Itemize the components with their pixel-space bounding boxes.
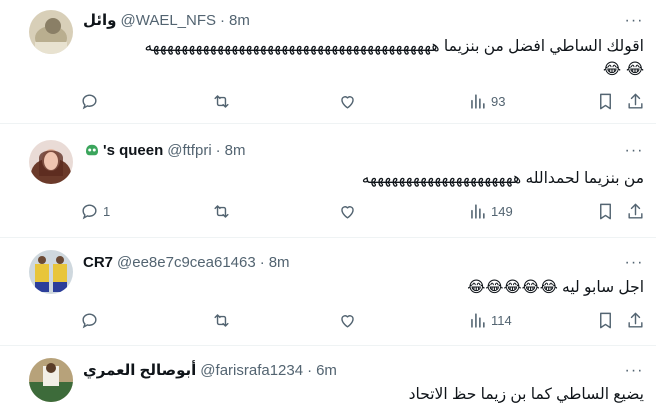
tweet-actions: 1 149 <box>80 202 644 224</box>
reply-button[interactable] <box>80 92 103 111</box>
like-button[interactable] <box>338 202 357 221</box>
reply-icon <box>82 204 97 220</box>
views-button[interactable]: 93 <box>468 92 505 111</box>
tweet-text: يضيع الساطي كما بن زيما حظ الاتحاد <box>83 384 644 406</box>
share-icon <box>628 312 643 328</box>
more-options-icon[interactable]: ··· <box>624 253 644 273</box>
avatar[interactable] <box>29 358 73 402</box>
share-button[interactable] <box>626 202 645 221</box>
views-icon <box>471 94 485 109</box>
tweet-1[interactable]: وائل @WAEL_NFS · 8m ··· اقولك الساطي افض… <box>0 0 656 124</box>
tweet-header: CR7 @ee8e7c9cea61463 · 8m <box>83 252 290 272</box>
bookmark-button[interactable] <box>596 202 615 221</box>
tweet-text-content: اجل سابو ليه <box>562 279 644 296</box>
tweet-header: أبوصالح العمري @farisrafa1234 · 6m <box>83 360 337 380</box>
separator-dot: · <box>259 253 265 271</box>
timestamp[interactable]: 8m <box>269 254 290 271</box>
retweet-icon <box>214 205 229 218</box>
tweet-text-content: يضيع الساطي كما بن زيما حظ الاتحاد <box>408 386 644 403</box>
timestamp[interactable]: 8m <box>229 12 250 29</box>
retweet-button[interactable] <box>212 311 231 330</box>
more-options-icon[interactable]: ··· <box>624 11 644 31</box>
bookmark-button[interactable] <box>596 92 615 111</box>
tweet-actions: 114 <box>80 311 644 333</box>
heart-icon <box>341 206 354 219</box>
display-name[interactable]: CR7 <box>83 254 113 271</box>
tweet-3[interactable]: CR7 @ee8e7c9cea61463 · 8m ··· اجل سابو ل… <box>0 238 656 346</box>
views-count: 149 <box>491 204 513 219</box>
bookmark-icon <box>600 93 611 110</box>
tweet-2[interactable]: 's queen @ftfpri · 8m ··· من بنزيما لحمد… <box>0 124 656 238</box>
reply-button[interactable]: 1 <box>80 202 110 221</box>
more-options-icon[interactable]: ··· <box>624 361 644 381</box>
timestamp[interactable]: 6m <box>316 362 337 379</box>
timestamp[interactable]: 8m <box>225 142 246 159</box>
tweet-text: اجل سابو ليه 😂😂😂😂😂 <box>83 276 644 299</box>
retweet-button[interactable] <box>212 202 231 221</box>
avatar[interactable] <box>29 140 73 184</box>
reply-icon <box>82 94 97 110</box>
user-handle[interactable]: @WAEL_NFS <box>121 12 217 29</box>
bookmark-button[interactable] <box>596 311 615 330</box>
retweet-button[interactable] <box>212 92 231 111</box>
tweet-text-content: من بنزيما لحمدالله ههههههههههههههههههههه… <box>361 170 644 187</box>
user-handle[interactable]: @farisrafa1234 <box>200 362 303 379</box>
tweet-header: وائل @WAEL_NFS · 8m <box>83 10 250 30</box>
user-handle[interactable]: @ftfpri <box>167 142 211 159</box>
emoji-line: 😂 😂 <box>602 60 644 78</box>
reply-icon <box>82 313 97 329</box>
avatar[interactable] <box>29 10 73 54</box>
separator-dot: · <box>220 11 226 29</box>
more-options-icon[interactable]: ··· <box>624 141 644 161</box>
share-button[interactable] <box>626 92 645 111</box>
views-count: 93 <box>491 94 506 109</box>
separator-dot: · <box>215 141 221 159</box>
bookmark-icon <box>600 312 611 329</box>
reply-button[interactable] <box>80 311 103 330</box>
emoji-line: 😂😂😂😂😂 <box>467 278 558 296</box>
reply-count: 1 <box>103 204 111 219</box>
tweet-text-content: اقولك الساطي افضل من بنزيما هههههههههههه… <box>144 38 644 55</box>
views-count: 114 <box>491 313 512 328</box>
retweet-icon <box>214 95 229 108</box>
display-name[interactable]: 's queen <box>103 142 163 159</box>
display-name[interactable]: وائل <box>83 11 117 29</box>
share-icon <box>628 93 643 109</box>
bookmark-icon <box>600 203 611 220</box>
display-name[interactable]: أبوصالح العمري <box>83 361 196 379</box>
share-button[interactable] <box>626 311 645 330</box>
like-button[interactable] <box>338 311 357 330</box>
alien-icon <box>86 144 98 156</box>
views-button[interactable]: 149 <box>468 202 513 221</box>
heart-icon <box>341 315 354 328</box>
views-button[interactable]: 114 <box>468 311 512 330</box>
retweet-icon <box>214 314 229 327</box>
like-button[interactable] <box>338 92 357 111</box>
tweet-actions: 93 <box>80 92 644 114</box>
user-handle[interactable]: @ee8e7c9cea61463 <box>117 254 256 271</box>
share-icon <box>628 203 643 219</box>
tweet-header: 's queen @ftfpri · 8m <box>83 140 246 160</box>
tweet-text: من بنزيما لحمدالله ههههههههههههههههههههه… <box>83 168 644 190</box>
separator-dot: · <box>307 361 313 379</box>
tweet-text: اقولك الساطي افضل من بنزيما هههههههههههه… <box>83 36 644 80</box>
heart-icon <box>341 96 354 109</box>
views-icon <box>471 204 485 219</box>
tweet-4[interactable]: أبوصالح العمري @farisrafa1234 · 6m ··· ي… <box>0 346 656 414</box>
avatar[interactable] <box>29 250 73 294</box>
views-icon <box>471 313 485 328</box>
